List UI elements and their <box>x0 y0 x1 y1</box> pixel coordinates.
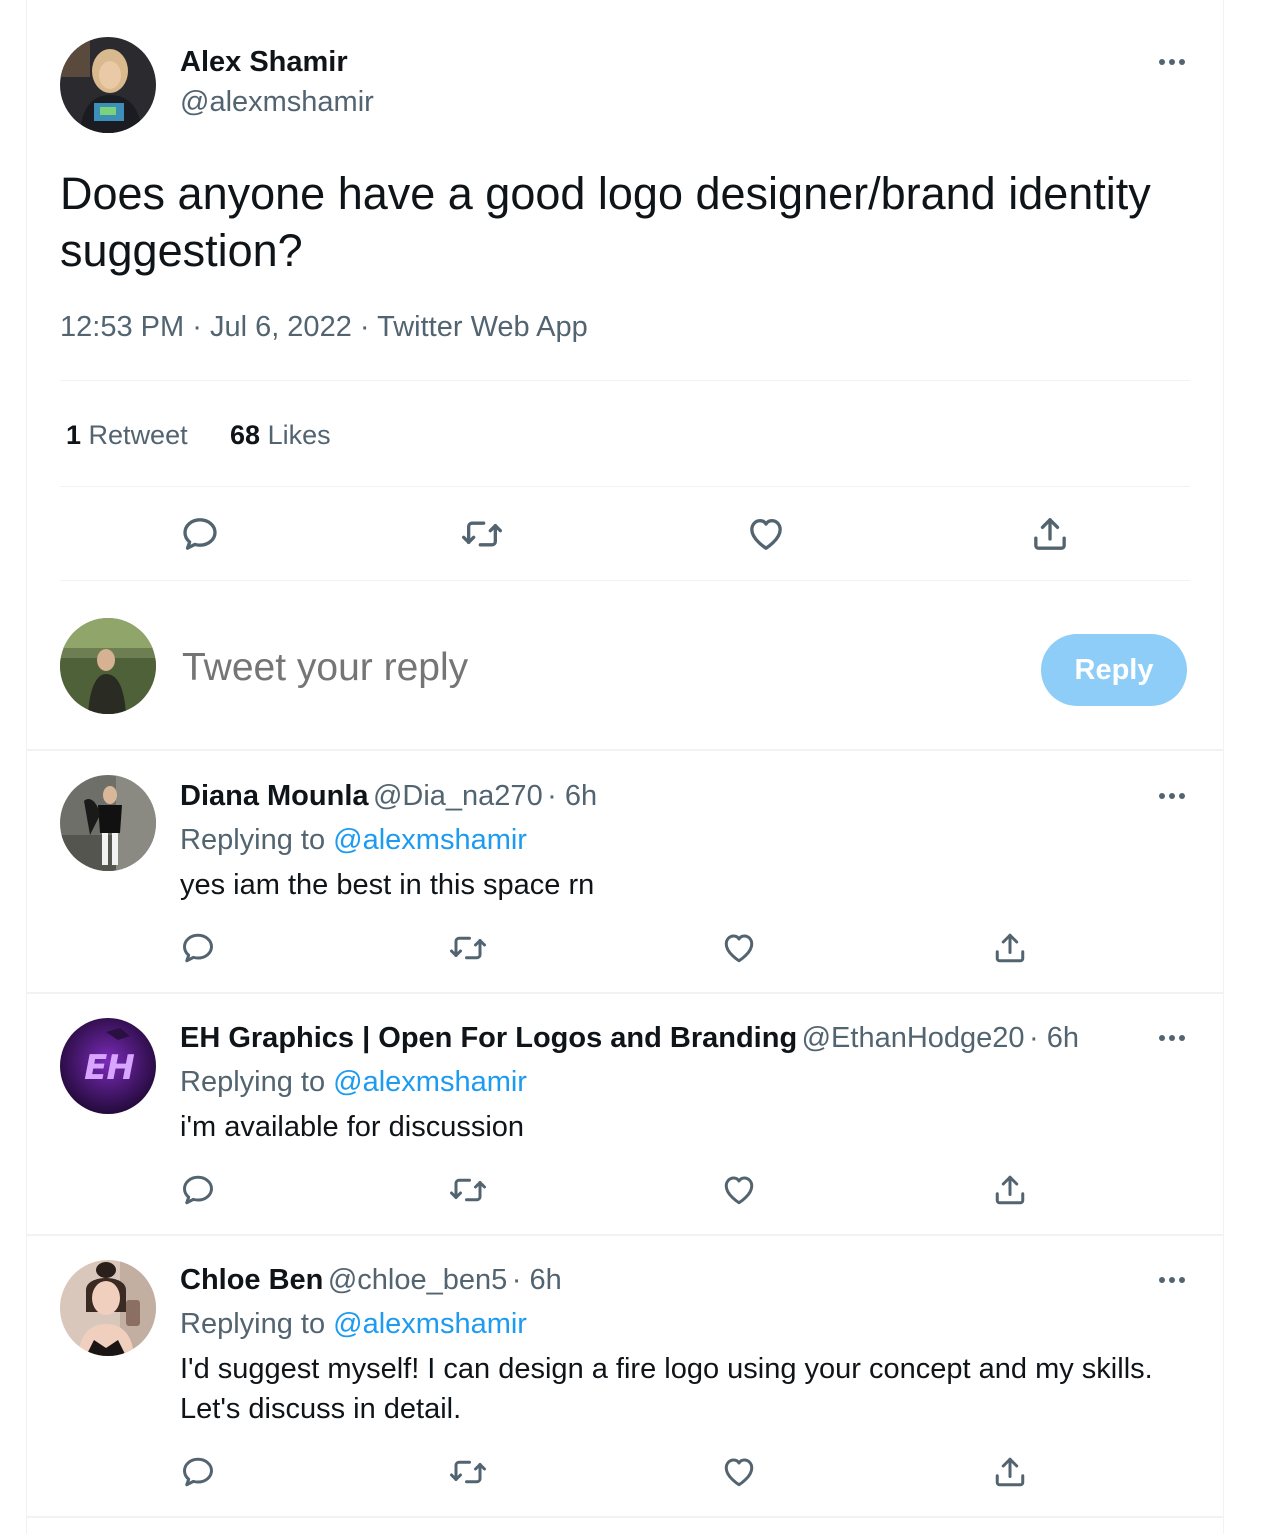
retweet-stat[interactable]: 1 Retweet <box>66 420 188 451</box>
reply-icon[interactable] <box>176 926 220 970</box>
replying-prefix: Replying to <box>180 824 326 856</box>
reply-author-name[interactable]: Diana Mounla <box>180 780 369 812</box>
replying-to: Replying to @alexmshamir <box>180 1308 527 1341</box>
avatar-lettering: EH <box>84 1048 135 1088</box>
divider <box>27 1516 1223 1518</box>
tweet-date[interactable]: Jul 6, 2022 <box>210 311 352 343</box>
retweet-icon[interactable] <box>446 926 490 970</box>
reply-input[interactable] <box>182 646 1002 690</box>
reply-button[interactable]: Reply <box>1041 634 1187 706</box>
reply-author-handle[interactable]: @EthanHodge20 <box>802 1022 1025 1054</box>
tweet-source[interactable]: Twitter Web App <box>377 311 588 343</box>
share-icon[interactable] <box>988 926 1032 970</box>
tweet-text: Does anyone have a good logo designer/br… <box>60 168 1151 276</box>
reply-author-handle[interactable]: @chloe_ben5 <box>328 1264 507 1296</box>
replying-to: Replying to @alexmshamir <box>180 1066 527 1099</box>
like-icon[interactable] <box>717 1450 761 1494</box>
reply-header: Chloe Ben @chloe_ben5 · 6h <box>180 1264 562 1297</box>
share-icon[interactable] <box>1026 510 1074 558</box>
divider <box>27 749 1223 751</box>
retweet-icon[interactable] <box>446 1168 490 1212</box>
divider <box>60 486 1190 487</box>
like-icon[interactable] <box>742 510 790 558</box>
reply-author-handle[interactable]: @Dia_na270 <box>373 780 543 812</box>
reply-author-name[interactable]: Chloe Ben <box>180 1264 323 1296</box>
divider <box>60 580 1190 581</box>
reply-icon[interactable] <box>176 1168 220 1212</box>
share-icon[interactable] <box>988 1450 1032 1494</box>
divider <box>60 380 1190 381</box>
reply-text-line: Let's discuss in detail. <box>180 1393 462 1425</box>
reply-avatar[interactable] <box>60 1260 156 1356</box>
current-user-avatar[interactable] <box>60 618 156 714</box>
more-options-icon[interactable] <box>1152 1026 1192 1050</box>
reply-avatar[interactable] <box>60 775 156 871</box>
meta-separator: · <box>192 311 202 343</box>
author-handle[interactable]: @alexmshamir <box>180 86 374 119</box>
divider <box>27 992 1223 994</box>
like-icon[interactable] <box>717 926 761 970</box>
reply-text-line: I'd suggest myself! I can design a fire … <box>180 1353 1153 1385</box>
author-avatar[interactable] <box>60 37 156 133</box>
retweet-label: Retweet <box>88 420 188 450</box>
divider <box>27 1234 1223 1236</box>
replying-to: Replying to @alexmshamir <box>180 824 527 857</box>
reply-age[interactable]: · 6h <box>1029 1022 1079 1054</box>
reply-avatar[interactable]: EH <box>60 1018 156 1114</box>
retweet-icon[interactable] <box>446 1450 490 1494</box>
tweet-meta: 12:53 PM · Jul 6, 2022 · Twitter Web App <box>60 311 588 344</box>
author-name[interactable]: Alex Shamir <box>180 46 348 79</box>
reply-header: EH Graphics | Open For Logos and Brandin… <box>180 1022 1079 1055</box>
more-options-icon[interactable] <box>1152 784 1192 808</box>
more-options-icon[interactable] <box>1152 1268 1192 1292</box>
retweet-icon[interactable] <box>458 510 506 558</box>
share-icon[interactable] <box>988 1168 1032 1212</box>
replying-to-link[interactable]: @alexmshamir <box>333 1066 527 1098</box>
tweet-time[interactable]: 12:53 PM <box>60 311 184 343</box>
reply-age[interactable]: · 6h <box>547 780 597 812</box>
retweet-count: 1 <box>66 420 82 450</box>
more-options-icon[interactable] <box>1152 50 1192 74</box>
replying-prefix: Replying to <box>180 1066 326 1098</box>
like-label: Likes <box>267 420 331 450</box>
reply-icon[interactable] <box>176 510 224 558</box>
replying-to-link[interactable]: @alexmshamir <box>333 824 527 856</box>
likes-stat[interactable]: 68 Likes <box>230 420 331 451</box>
reply-icon[interactable] <box>176 1450 220 1494</box>
replying-to-link[interactable]: @alexmshamir <box>333 1308 527 1340</box>
reply-age[interactable]: · 6h <box>512 1264 562 1296</box>
like-icon[interactable] <box>717 1168 761 1212</box>
reply-author-name[interactable]: EH Graphics | Open For Logos and Brandin… <box>180 1022 797 1054</box>
replying-prefix: Replying to <box>180 1308 326 1340</box>
like-count: 68 <box>230 420 261 450</box>
reply-text: yes iam the best in this space rn <box>180 869 595 901</box>
reply-header: Diana Mounla @Dia_na270 · 6h <box>180 780 597 813</box>
reply-text: i'm available for discussion <box>180 1111 525 1143</box>
meta-separator: · <box>359 311 370 343</box>
